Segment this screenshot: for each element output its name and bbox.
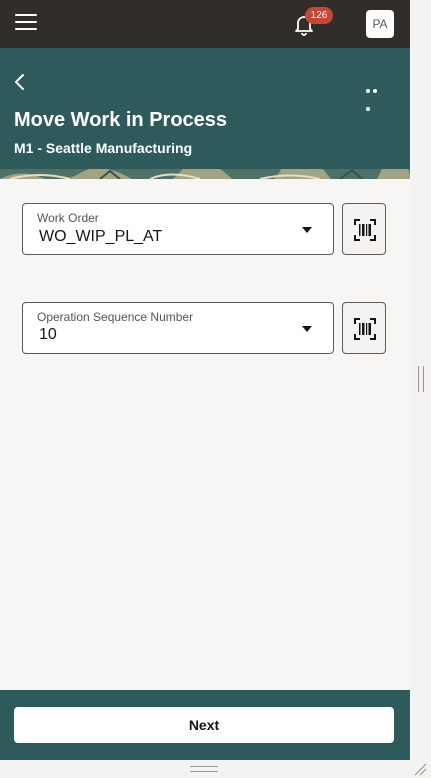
page-header: Move Work in Process M1 - Seattle Manufa… [0,48,410,179]
page-subtitle: M1 - Seattle Manufacturing [14,140,193,156]
scan-operation-sequence-button[interactable] [342,302,386,354]
caret-down-icon[interactable] [302,227,312,233]
caret-down-icon[interactable] [302,326,312,332]
barcode-scan-icon [354,318,376,340]
operation-sequence-label: Operation Sequence Number [37,310,194,324]
avatar[interactable]: PA [366,10,394,38]
notification-badge[interactable]: 126 [305,7,333,24]
next-button[interactable]: Next [14,707,394,743]
barcode-scan-icon [354,219,376,241]
chevron-left-icon[interactable] [10,70,30,94]
main-panel: 126 PA Move Work in Process M1 - Seattle… [0,0,410,778]
more-horizontal-icon[interactable] [366,80,386,111]
hamburger-icon[interactable] [15,14,37,32]
page-footer: Next [0,690,410,760]
vertical-resize-grip[interactable] [418,366,424,392]
top-bar: 126 PA [0,0,410,48]
work-order-select[interactable]: Work Order WO_WIP_PL_AT [22,203,334,255]
header-decoration [0,169,410,179]
resize-corner-icon[interactable] [413,762,427,776]
page-title: Move Work in Process [14,109,228,131]
operation-sequence-value[interactable]: 10 [39,326,57,344]
scan-work-order-button[interactable] [342,203,386,255]
work-order-value[interactable]: WO_WIP_PL_AT [39,228,162,246]
operation-sequence-select[interactable]: Operation Sequence Number 10 [22,302,334,354]
horizontal-resize-grip[interactable] [190,766,218,772]
work-order-label: Work Order [37,211,99,225]
app-window: 126 PA Move Work in Process M1 - Seattle… [0,0,431,778]
